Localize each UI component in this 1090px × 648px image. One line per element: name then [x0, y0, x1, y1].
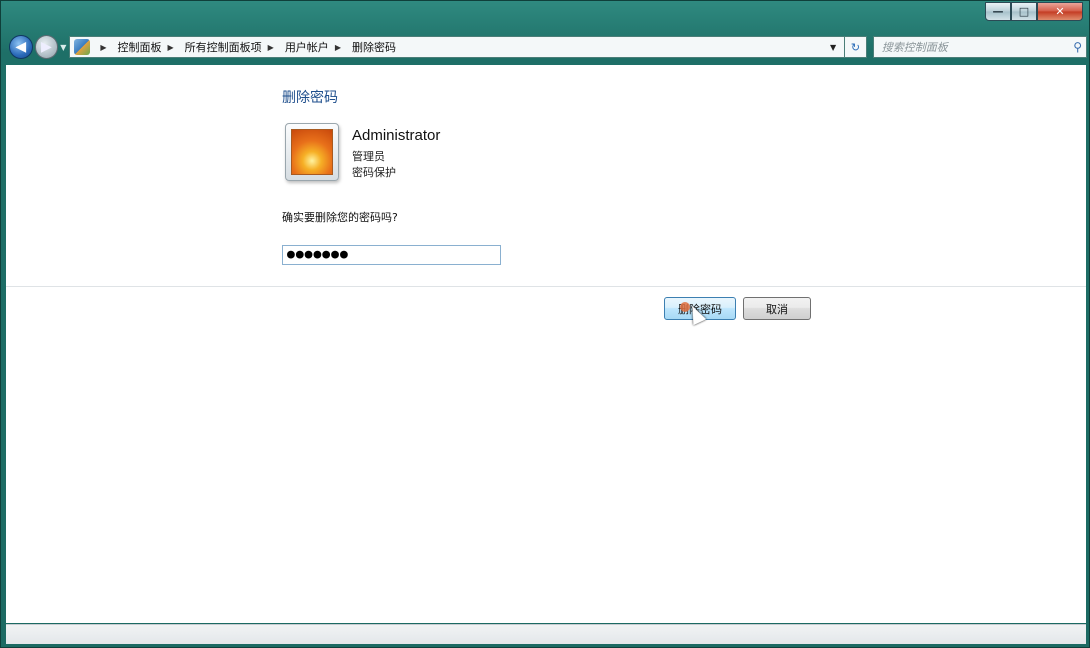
- breadcrumb-control-panel[interactable]: 控制面板: [116, 39, 164, 55]
- breadcrumb-arrow-icon[interactable]: ▶: [335, 43, 341, 52]
- breadcrumb-item[interactable]: ▶ 删除密码: [331, 39, 398, 55]
- breadcrumb-arrow-icon[interactable]: ▶: [168, 43, 174, 52]
- breadcrumb-item[interactable]: ▶ 控制面板: [96, 39, 163, 55]
- close-button[interactable]: ✕: [1037, 2, 1083, 21]
- control-panel-window: — □ ✕ ◀ ▶ ▼ ▶ 控制面板 ▶ 所有控制面板项 ▶ 用户帐户 ▶ 删除密码 ▼…: [0, 0, 1090, 648]
- refresh-button[interactable]: ↻: [845, 36, 867, 58]
- back-arrow-icon: ◀: [15, 39, 27, 55]
- address-dropdown-icon[interactable]: ▼: [830, 43, 836, 52]
- cancel-button[interactable]: 取消: [743, 297, 811, 320]
- search-input[interactable]: 搜索控制面板 ⚲: [872, 36, 1087, 58]
- main-content: 删除密码 Administrator 管理员 密码保护 确实要删除您的密码吗? …: [6, 65, 1086, 623]
- breadcrumb-remove-password[interactable]: 删除密码: [350, 39, 398, 55]
- maximize-button[interactable]: □: [1011, 2, 1037, 21]
- navigation-bar: ◀ ▶ ▼ ▶ 控制面板 ▶ 所有控制面板项 ▶ 用户帐户 ▶ 删除密码 ▼ ↻ 搜索控…: [5, 32, 1087, 62]
- caption-buttons: — □ ✕: [985, 2, 1083, 22]
- breadcrumb-user-accounts[interactable]: 用户帐户: [283, 39, 331, 55]
- status-bar: [6, 624, 1086, 644]
- address-bar[interactable]: ▶ 控制面板 ▶ 所有控制面板项 ▶ 用户帐户 ▶ 删除密码 ▼: [69, 36, 846, 58]
- control-panel-icon: [74, 39, 91, 55]
- minimize-button[interactable]: —: [985, 2, 1011, 21]
- current-password-field[interactable]: ●●●●●●●: [282, 245, 501, 265]
- confirm-question: 确实要删除您的密码吗?: [282, 211, 398, 224]
- recent-pages-dropdown-icon[interactable]: ▼: [60, 43, 66, 52]
- breadcrumb-arrow-icon[interactable]: ▶: [268, 43, 274, 52]
- forward-arrow-icon: ▶: [41, 39, 52, 55]
- user-role: 管理员: [352, 150, 385, 163]
- avatar: [285, 123, 339, 181]
- user-protection-status: 密码保护: [352, 166, 396, 179]
- search-placeholder: 搜索控制面板: [881, 41, 948, 54]
- breadcrumb-all-items[interactable]: 所有控制面板项: [183, 39, 264, 55]
- back-button[interactable]: ◀: [9, 35, 33, 59]
- breadcrumb-item[interactable]: ▶ 所有控制面板项: [164, 39, 264, 55]
- breadcrumb-arrow-icon[interactable]: ▶: [100, 43, 106, 52]
- flower-picture-icon: [291, 129, 333, 175]
- search-icon[interactable]: ⚲: [1073, 40, 1082, 54]
- forward-button[interactable]: ▶: [34, 35, 59, 59]
- user-name: Administrator: [352, 127, 441, 144]
- refresh-icon: ↻: [850, 40, 861, 54]
- breadcrumb-item[interactable]: ▶ 用户帐户: [264, 39, 331, 55]
- page-title: 删除密码: [282, 90, 338, 106]
- divider: [6, 286, 1086, 287]
